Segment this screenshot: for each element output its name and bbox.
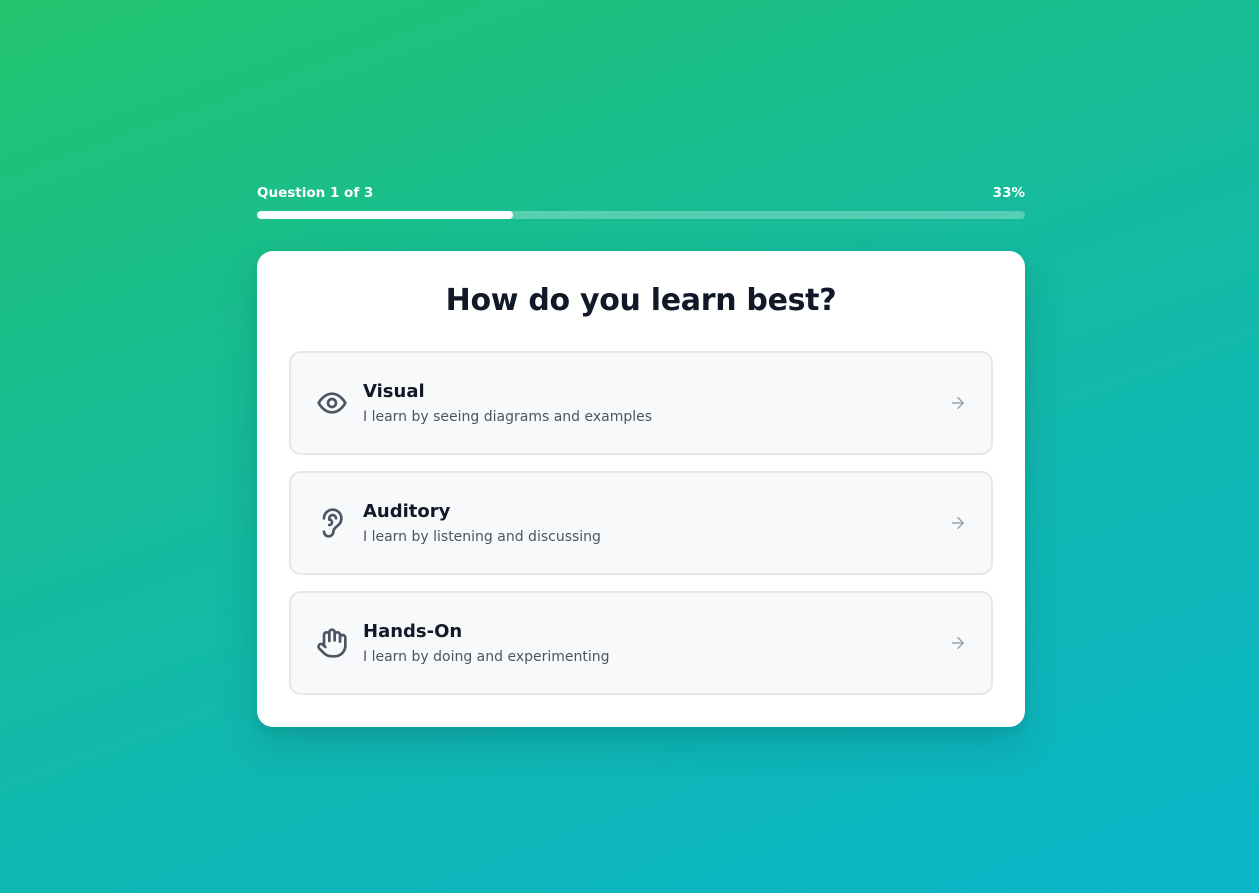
progress-header: Question 1 of 3 33% bbox=[257, 184, 1025, 202]
option-title: Auditory bbox=[363, 500, 451, 522]
ear-icon bbox=[315, 506, 349, 540]
option-auditory[interactable]: Auditory I learn by listening and discus… bbox=[289, 471, 993, 575]
hand-icon bbox=[315, 626, 349, 660]
answer-options: Visual I learn by seeing diagrams and ex… bbox=[289, 351, 993, 695]
option-description: I learn by seeing diagrams and examples bbox=[363, 408, 653, 425]
progress-bar-fill bbox=[257, 211, 513, 219]
option-visual[interactable]: Visual I learn by seeing diagrams and ex… bbox=[289, 351, 993, 455]
arrow-right-icon bbox=[949, 394, 967, 412]
progress-percent: 33% bbox=[992, 185, 1025, 201]
option-text: Visual I learn by seeing diagrams and ex… bbox=[363, 381, 652, 426]
option-title: Visual bbox=[363, 380, 425, 402]
eye-icon bbox=[315, 386, 349, 420]
question-title: How do you learn best? bbox=[445, 283, 837, 318]
option-description: I learn by listening and discussing bbox=[363, 528, 601, 545]
question-card: How do you learn best? Visual I learn by… bbox=[257, 251, 1025, 727]
progress-label: Question 1 of 3 bbox=[257, 185, 374, 201]
arrow-right-icon bbox=[949, 634, 967, 652]
option-hands-on[interactable]: Hands-On I learn by doing and experiment… bbox=[289, 591, 993, 695]
progress-bar bbox=[257, 211, 1025, 219]
quiz-container: Question 1 of 3 33% How do you learn bes… bbox=[257, 184, 1025, 727]
option-title: Hands-On bbox=[363, 620, 463, 642]
option-text: Auditory I learn by listening and discus… bbox=[363, 501, 601, 546]
option-description: I learn by doing and experimenting bbox=[363, 648, 610, 665]
option-text: Hands-On I learn by doing and experiment… bbox=[363, 621, 610, 666]
arrow-right-icon bbox=[949, 514, 967, 532]
